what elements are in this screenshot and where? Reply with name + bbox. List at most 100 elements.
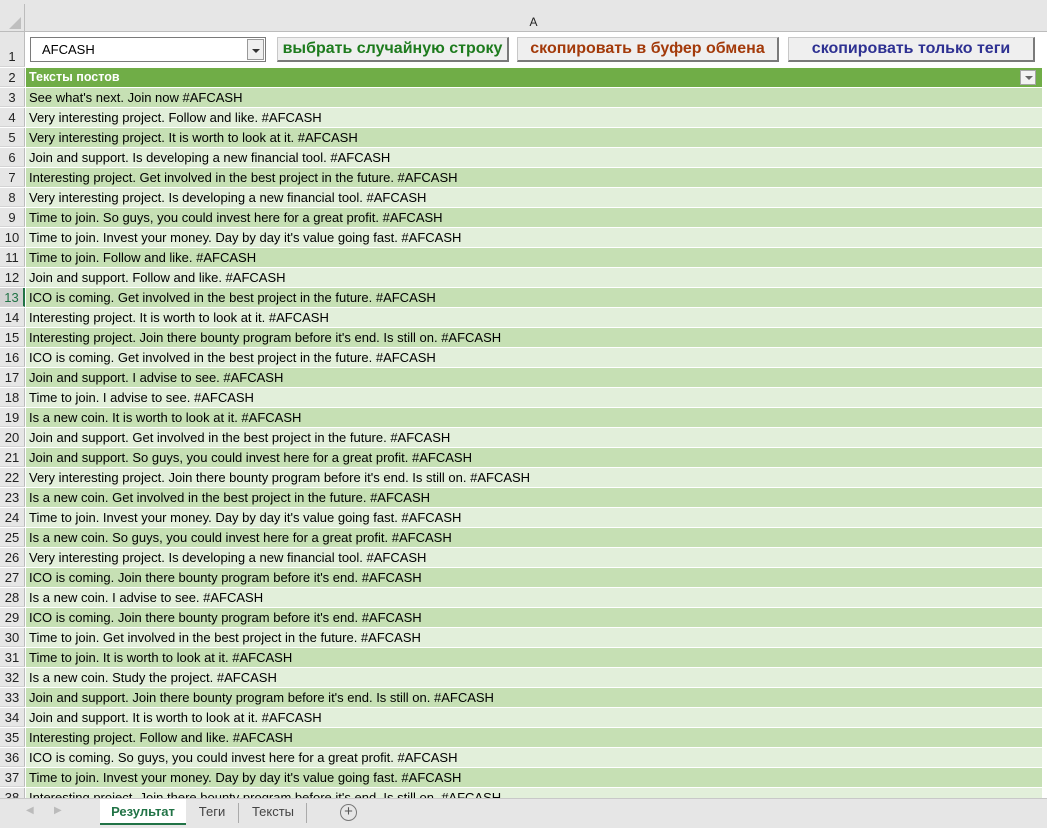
copy-tags-button[interactable]: скопировать только теги — [788, 37, 1035, 62]
post-text-cell[interactable]: Join and support. Follow and like. #AFCA… — [26, 268, 1042, 287]
row-number[interactable]: 16 — [0, 348, 25, 367]
post-text-cell[interactable]: ICO is coming. So guys, you could invest… — [26, 748, 1042, 767]
post-text-cell[interactable]: Interesting project. Follow and like. #A… — [26, 728, 1042, 747]
row-number[interactable]: 32 — [0, 668, 25, 687]
post-text-cell[interactable]: Join and support. Join there bounty prog… — [26, 688, 1042, 707]
post-text-cell[interactable]: ICO is coming. Get involved in the best … — [26, 348, 1042, 367]
post-text-cell[interactable]: Join and support. Is developing a new fi… — [26, 148, 1042, 167]
post-text-cell[interactable]: ICO is coming. Join there bounty program… — [26, 568, 1042, 587]
row-number[interactable]: 31 — [0, 648, 25, 667]
row-number[interactable]: 21 — [0, 448, 25, 467]
row-number[interactable]: 30 — [0, 628, 25, 647]
post-text-cell[interactable]: Is a new coin. Get involved in the best … — [26, 488, 1042, 507]
table-row: 11 Time to join. Follow and like. #AFCASH — [0, 248, 1047, 268]
table-row: 21 Join and support. So guys, you could i… — [0, 448, 1047, 468]
post-text-cell[interactable]: See what's next. Join now #AFCASH — [26, 88, 1042, 107]
row-number[interactable]: 6 — [0, 148, 25, 167]
row-number[interactable]: 10 — [0, 228, 25, 247]
row-number[interactable]: 25 — [0, 528, 25, 547]
post-text-cell[interactable]: Time to join. It is worth to look at it.… — [26, 648, 1042, 667]
post-text-cell[interactable]: Time to join. Invest your money. Day by … — [26, 768, 1042, 787]
post-text-cell[interactable]: Time to join. So guys, you could invest … — [26, 208, 1042, 227]
scroll-right-icon[interactable]: ▶ — [54, 805, 62, 816]
table-row: 7 Interesting project. Get involved in th… — [0, 168, 1047, 188]
table-row: 16 ICO is coming. Get involved in the bes… — [0, 348, 1047, 368]
row-number[interactable]: 14 — [0, 308, 25, 327]
header-cell[interactable]: Тексты постов — [26, 68, 1042, 87]
row-1: 1 AFCASH выбрать случайную строку скопир… — [0, 32, 1047, 68]
row-number[interactable]: 15 — [0, 328, 25, 347]
post-text-cell[interactable]: Very interesting project. Is developing … — [26, 548, 1042, 567]
row-number[interactable]: 8 — [0, 188, 25, 207]
scroll-left-icon[interactable]: ◀ — [26, 805, 34, 816]
table-row: 36 ICO is coming. So guys, you could inve… — [0, 748, 1047, 768]
post-text-cell[interactable]: Very interesting project. Join there bou… — [26, 468, 1042, 487]
post-text-cell[interactable]: Time to join. Invest your money. Day by … — [26, 228, 1042, 247]
post-text-cell[interactable]: Is a new coin. I advise to see. #AFCASH — [26, 588, 1042, 607]
row-number[interactable]: 34 — [0, 708, 25, 727]
post-text-cell[interactable]: Join and support. So guys, you could inv… — [26, 448, 1042, 467]
row-number[interactable]: 9 — [0, 208, 25, 227]
chevron-down-icon[interactable] — [247, 39, 264, 60]
post-text-cell[interactable]: Time to join. Invest your money. Day by … — [26, 508, 1042, 527]
table-row: 33 Join and support. Join there bounty pr… — [0, 688, 1047, 708]
post-text-cell[interactable]: Interesting project. Get involved in the… — [26, 168, 1042, 187]
row-number[interactable]: 22 — [0, 468, 25, 487]
divider — [238, 803, 239, 823]
post-text-cell[interactable]: Is a new coin. Study the project. #AFCAS… — [26, 668, 1042, 687]
row-number[interactable]: 35 — [0, 728, 25, 747]
row-number[interactable]: 7 — [0, 168, 25, 187]
select-all-button[interactable] — [0, 4, 25, 32]
post-text-cell[interactable]: Join and support. I advise to see. #AFCA… — [26, 368, 1042, 387]
post-text-cell[interactable]: Interesting project. Join there bounty p… — [26, 788, 1042, 798]
row-number[interactable]: 24 — [0, 508, 25, 527]
row-number[interactable]: 33 — [0, 688, 25, 707]
post-text-cell[interactable]: Is a new coin. So guys, you could invest… — [26, 528, 1042, 547]
row-number[interactable]: 11 — [0, 248, 25, 267]
row-number[interactable]: 28 — [0, 588, 25, 607]
row-number[interactable]: 4 — [0, 108, 25, 127]
table-row: 6 Join and support. Is developing a new f… — [0, 148, 1047, 168]
random-row-button[interactable]: выбрать случайную строку — [277, 37, 509, 62]
post-text-cell[interactable]: Very interesting project. Is developing … — [26, 188, 1042, 207]
post-text-cell[interactable]: Is a new coin. It is worth to look at it… — [26, 408, 1042, 427]
row-number[interactable]: 23 — [0, 488, 25, 507]
sheet-tab-tags[interactable]: Теги — [188, 799, 236, 825]
post-text-cell[interactable]: Very interesting project. It is worth to… — [26, 128, 1042, 147]
sheet-tab-texts[interactable]: Тексты — [240, 799, 306, 825]
post-text-cell[interactable]: ICO is coming. Get involved in the best … — [26, 288, 1042, 307]
row-number[interactable]: 37 — [0, 768, 25, 787]
row-number[interactable]: 5 — [0, 128, 25, 147]
filter-dropdown-icon[interactable] — [1020, 70, 1036, 85]
post-text-cell[interactable]: Time to join. I advise to see. #AFCASH — [26, 388, 1042, 407]
copy-clipboard-button[interactable]: скопировать в буфер обмена — [517, 37, 779, 62]
post-text-cell[interactable]: Interesting project. It is worth to look… — [26, 308, 1042, 327]
row-number[interactable]: 38 — [0, 788, 25, 798]
row-number[interactable]: 12 — [0, 268, 25, 287]
row-number[interactable]: 18 — [0, 388, 25, 407]
row-number[interactable]: 20 — [0, 428, 25, 447]
table-row: 31 Time to join. It is worth to look at i… — [0, 648, 1047, 668]
tag-combo-box[interactable]: AFCASH — [30, 37, 266, 62]
row-number[interactable]: 36 — [0, 748, 25, 767]
row-number[interactable]: 26 — [0, 548, 25, 567]
post-text-cell[interactable]: ICO is coming. Join there bounty program… — [26, 608, 1042, 627]
column-header-a[interactable]: A — [25, 4, 1042, 32]
post-text-cell[interactable]: Very interesting project. Follow and lik… — [26, 108, 1042, 127]
post-text-cell[interactable]: Join and support. It is worth to look at… — [26, 708, 1042, 727]
row-number[interactable]: 13 — [0, 288, 25, 307]
row-number[interactable]: 29 — [0, 608, 25, 627]
row-number[interactable]: 19 — [0, 408, 25, 427]
post-text-cell[interactable]: Time to join. Follow and like. #AFCASH — [26, 248, 1042, 267]
row-number[interactable]: 2 — [0, 68, 25, 87]
row-number[interactable]: 3 — [0, 88, 25, 107]
row-number[interactable]: 17 — [0, 368, 25, 387]
post-text-cell[interactable]: Interesting project. Join there bounty p… — [26, 328, 1042, 347]
add-sheet-icon[interactable]: + — [340, 804, 357, 821]
sheet-tab-result[interactable]: Результат — [100, 799, 186, 825]
post-text-cell[interactable]: Time to join. Get involved in the best p… — [26, 628, 1042, 647]
post-text-cell[interactable]: Join and support. Get involved in the be… — [26, 428, 1042, 447]
table-row: 17 Join and support. I advise to see. #AF… — [0, 368, 1047, 388]
row-number[interactable]: 27 — [0, 568, 25, 587]
row-number[interactable]: 1 — [0, 32, 25, 67]
